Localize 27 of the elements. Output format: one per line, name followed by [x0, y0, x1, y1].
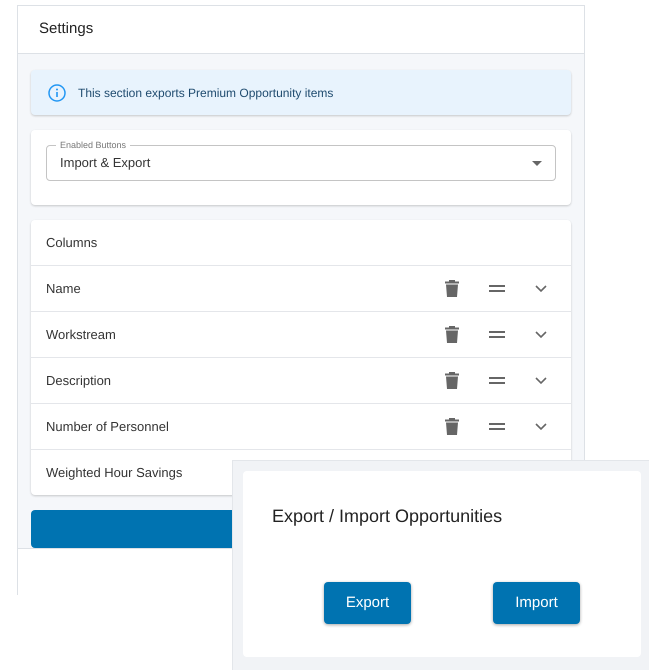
select-label: Enabled Buttons	[56, 139, 130, 151]
chevron-down-icon[interactable]	[535, 422, 547, 430]
info-icon	[48, 84, 66, 102]
dropdown-arrow-icon	[532, 160, 542, 166]
trash-icon[interactable]	[445, 418, 459, 435]
drag-handle-icon[interactable]	[489, 377, 505, 384]
info-text: This section exports Premium Opportunity items	[78, 84, 334, 102]
dialog-title: Export / Import Opportunities	[272, 505, 504, 528]
trash-icon[interactable]	[445, 372, 459, 389]
column-name: Description	[46, 372, 112, 390]
panel-title: Settings	[39, 19, 94, 40]
drag-handle-icon[interactable]	[489, 285, 505, 292]
column-name: Weighted Hour Savings	[46, 464, 184, 482]
column-name: Workstream	[46, 326, 117, 344]
chevron-down-icon[interactable]	[535, 284, 547, 292]
column-name: Name	[46, 280, 82, 298]
chevron-down-icon[interactable]	[535, 330, 547, 338]
dialog-action-button[interactable]: Export	[324, 582, 411, 624]
chevron-down-icon[interactable]	[535, 376, 547, 384]
dialog-action-button[interactable]: Import	[493, 582, 580, 624]
drag-handle-icon[interactable]	[489, 331, 505, 338]
drag-handle-icon[interactable]	[489, 423, 505, 430]
columns-title: Columns	[46, 234, 98, 252]
column-name: Number of Personnel	[46, 418, 170, 436]
select-value: Import & Export	[60, 154, 150, 172]
trash-icon[interactable]	[445, 280, 459, 297]
trash-icon[interactable]	[445, 326, 459, 343]
